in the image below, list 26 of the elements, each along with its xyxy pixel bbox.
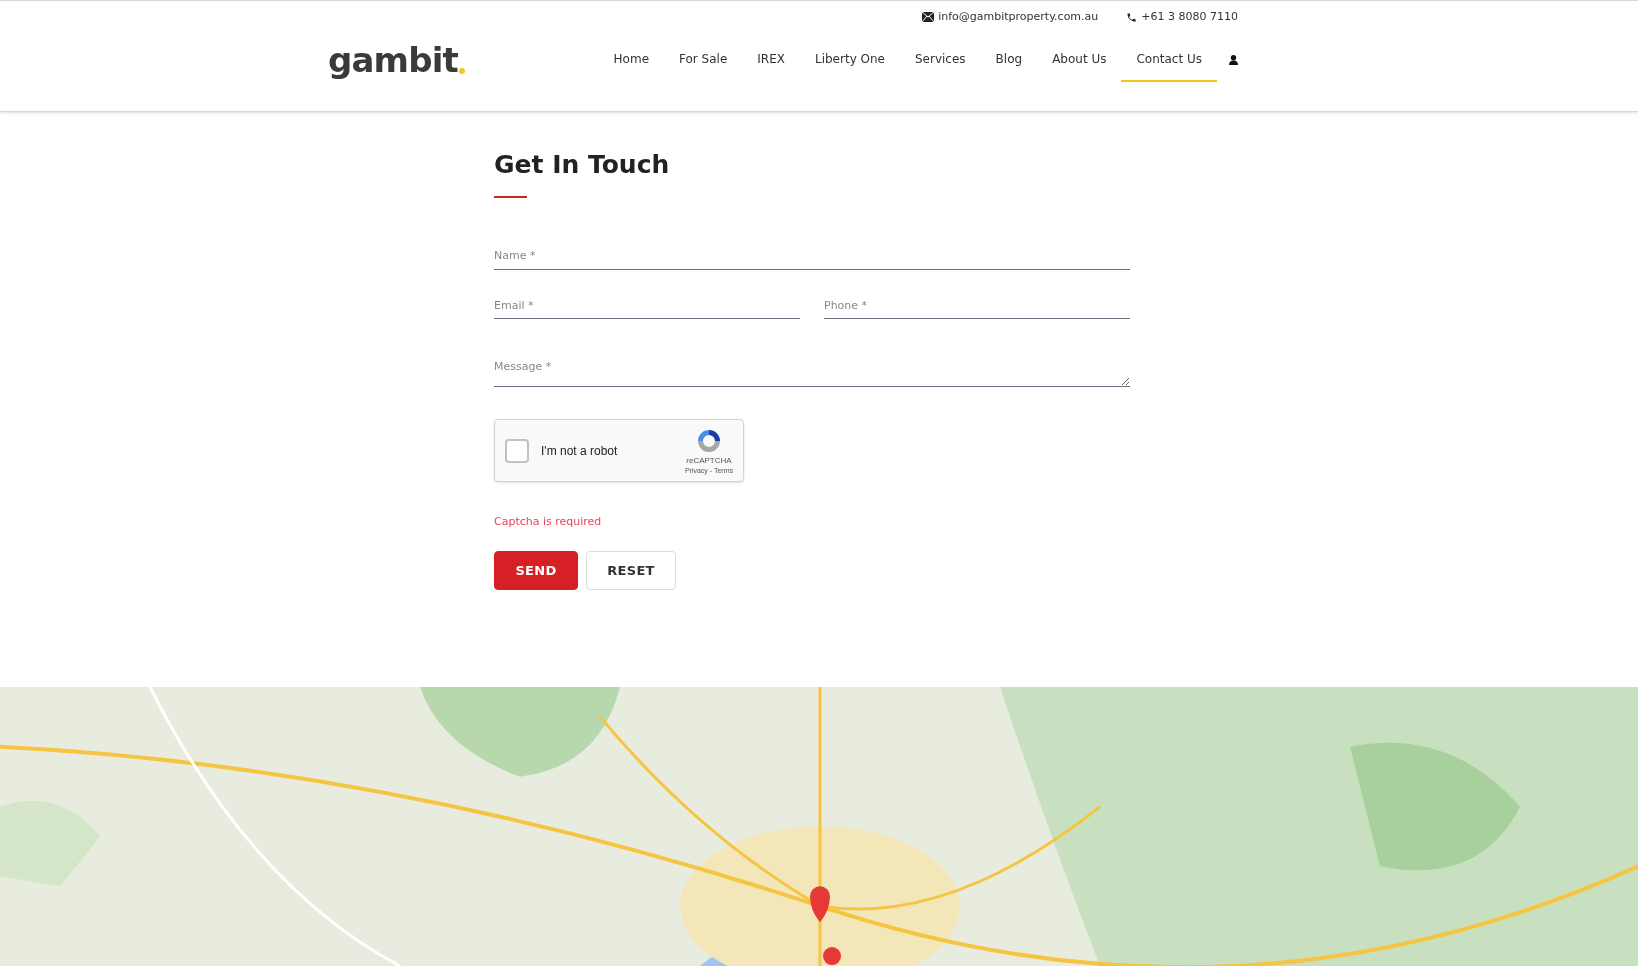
phone-link[interactable]: +61 3 8080 7110 bbox=[1141, 9, 1238, 26]
nav-link[interactable]: Blog bbox=[980, 37, 1038, 82]
email-field[interactable]: Email * bbox=[494, 297, 800, 320]
error-message: Captcha is required bbox=[494, 514, 603, 531]
nav-link[interactable]: Services bbox=[900, 37, 981, 82]
logo[interactable]: gambit bbox=[328, 42, 458, 77]
nav-link[interactable]: IREX bbox=[742, 37, 800, 82]
reset-button[interactable]: RESET bbox=[586, 550, 676, 590]
nav-link[interactable]: Home bbox=[598, 37, 664, 82]
captcha-checkbox[interactable] bbox=[505, 438, 529, 463]
user-icon[interactable] bbox=[1229, 54, 1238, 65]
nav-link[interactable]: Liberty One bbox=[799, 37, 900, 82]
send-button[interactable]: SEND bbox=[494, 550, 578, 590]
captcha-label: I'm not a robot bbox=[541, 442, 618, 460]
email-link[interactable]: info@gambitproperty.com.au bbox=[938, 9, 1099, 26]
phone-field[interactable]: Phone * bbox=[824, 297, 1130, 320]
recaptcha-brand: reCAPTCHA bbox=[686, 457, 732, 466]
message-field[interactable]: Message * bbox=[494, 359, 1130, 388]
name-field[interactable]: Name * bbox=[494, 248, 1130, 270]
phone-icon bbox=[1126, 11, 1138, 23]
title-underline bbox=[494, 196, 527, 199]
nav-link[interactable]: For Sale bbox=[664, 37, 743, 82]
nav-link[interactable]: Contact Us bbox=[1121, 37, 1217, 82]
envelope-icon bbox=[922, 12, 935, 23]
page-title: Get In Touch bbox=[494, 149, 671, 181]
nav-link[interactable]: About Us bbox=[1037, 37, 1122, 82]
